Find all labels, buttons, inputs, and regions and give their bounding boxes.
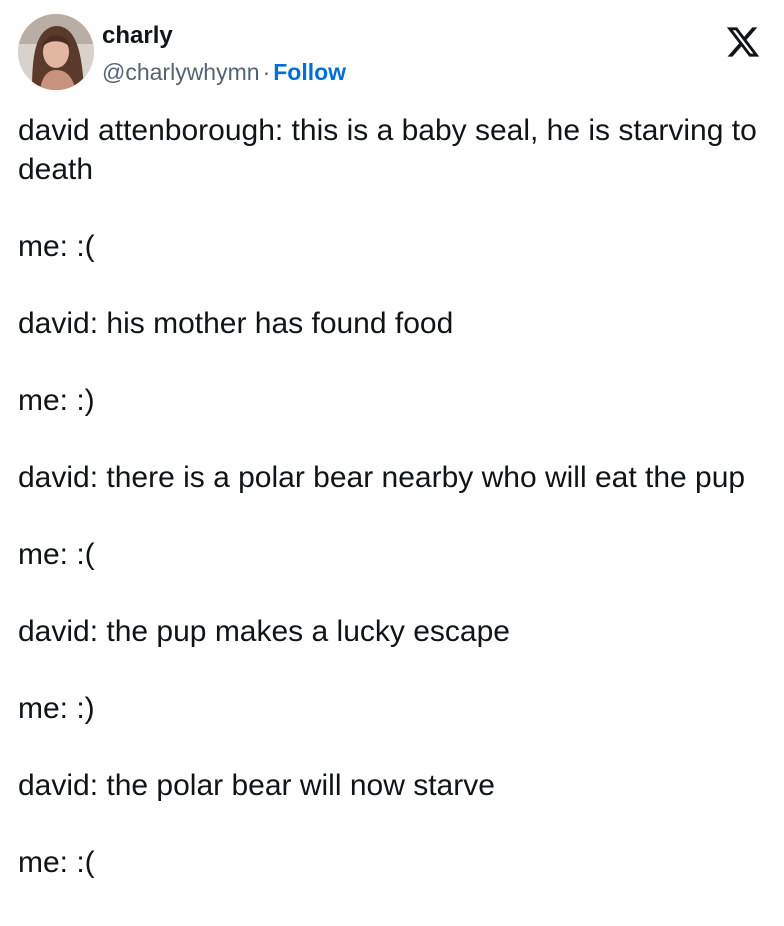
tweet-text: david attenborough: this is a baby seal,…: [18, 112, 768, 921]
tweet-card: charly @charlywhymn · Follow david attenbo…: [0, 0, 784, 926]
tweet-paragraph: david: there is a polar bear nearby who …: [18, 460, 746, 494]
tweet-paragraph: david: his mother has found food: [18, 306, 454, 340]
x-logo-icon[interactable]: [724, 24, 762, 60]
tweet-paragraph: me: :): [18, 691, 95, 725]
tweet-paragraph: david: the polar bear will now starve: [18, 768, 495, 802]
avatar-photo-icon: [18, 14, 94, 90]
tweet-paragraph: me: :): [18, 383, 95, 417]
follow-button[interactable]: Follow: [273, 59, 346, 85]
tweet-paragraph: david: the pup makes a lucky escape: [18, 614, 510, 648]
tweet-paragraph: david attenborough: this is a baby seal,…: [18, 114, 766, 186]
author-handle[interactable]: @charlywhymn: [102, 59, 260, 85]
author-name[interactable]: charly: [102, 22, 173, 50]
separator-dot: ·: [262, 59, 271, 85]
tweet-paragraph: me: :(: [18, 229, 95, 263]
tweet-header: charly @charlywhymn · Follow: [18, 14, 768, 92]
tweet-paragraph: me: :(: [18, 537, 95, 571]
tweet-paragraph: me: :(: [18, 845, 95, 879]
handle-row: @charlywhymn · Follow: [102, 58, 346, 86]
avatar[interactable]: [18, 14, 94, 90]
